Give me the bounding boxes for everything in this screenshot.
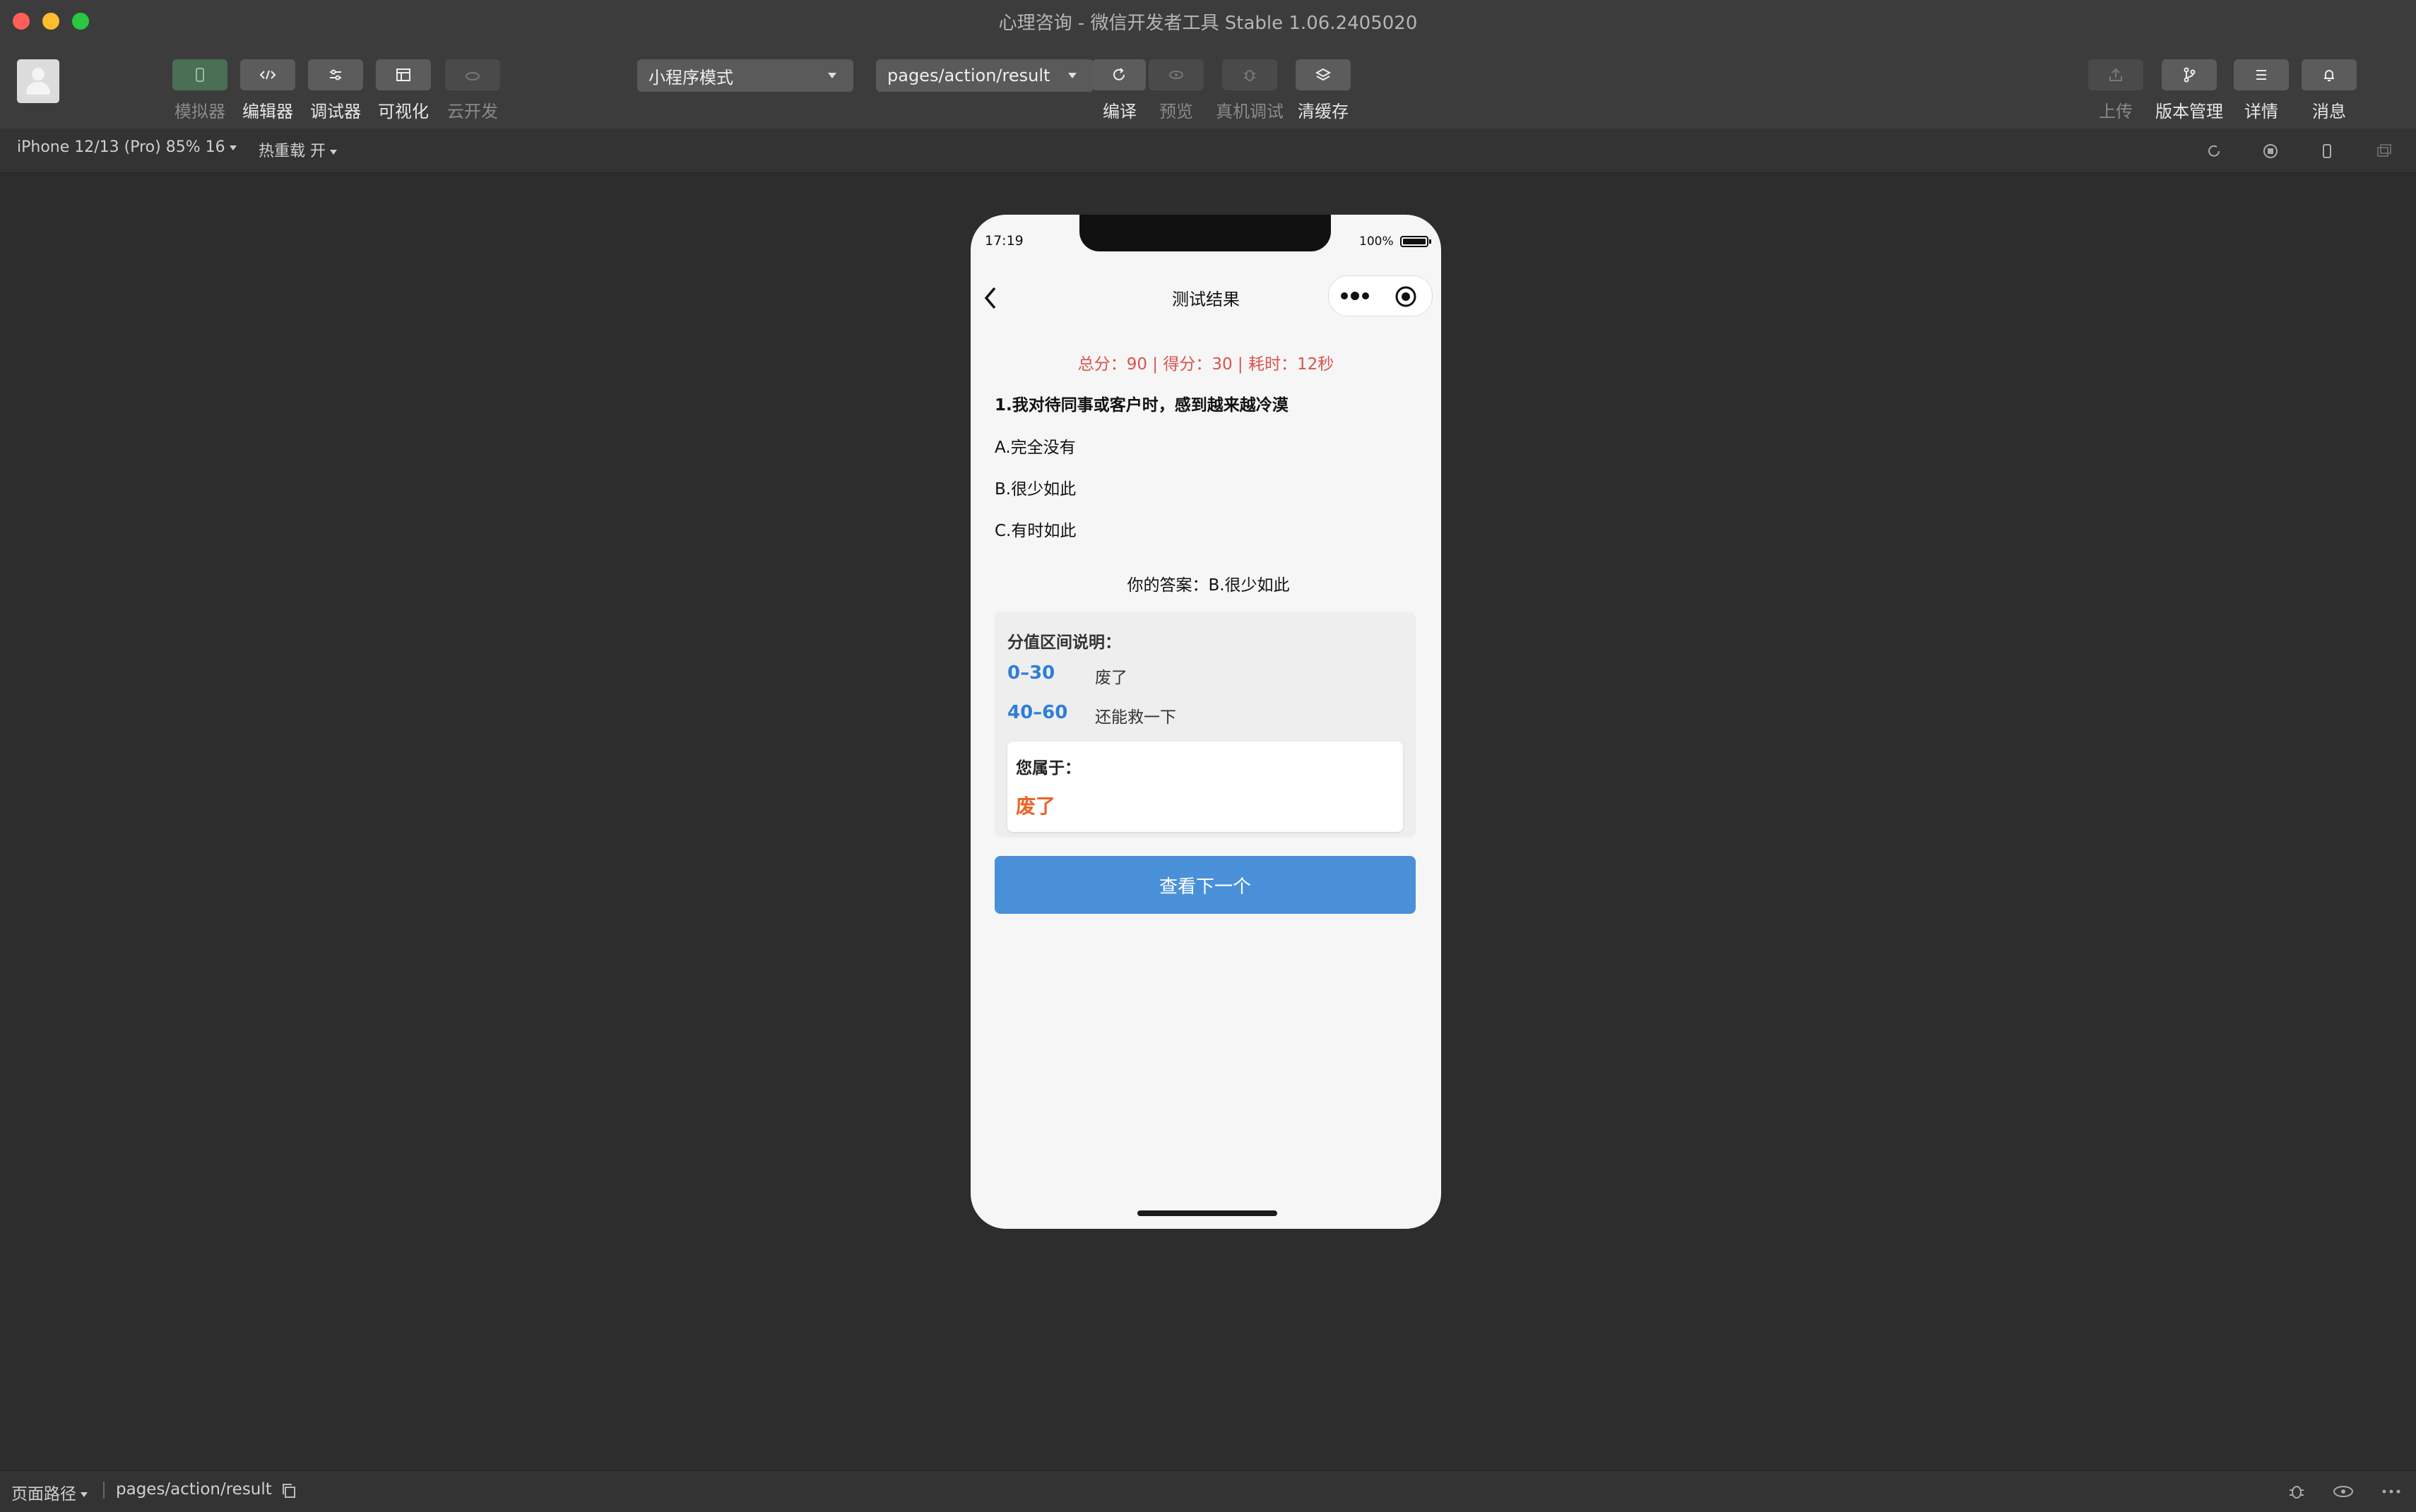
copy-icon[interactable]: [280, 1482, 298, 1500]
messages-label: 消息: [2312, 102, 2346, 121]
cloud-icon: [466, 72, 480, 81]
result-summary: 总分：90 | 得分：30 | 耗时：12秒: [1077, 355, 1334, 374]
layout-icon: [396, 69, 410, 81]
upload-icon: [2109, 68, 2122, 81]
page-select-value: pages/action/result: [887, 66, 1050, 85]
range-1-desc: 废了: [1095, 669, 1127, 687]
score-title: 分值区间说明：: [1007, 633, 1121, 652]
phone-simulator: 17:19 100% 测试结果 总分：90 | 得分：30 | 耗时：12秒 1…: [971, 215, 1441, 1229]
belong-value: 废了: [1016, 794, 1056, 818]
divider: [103, 1482, 105, 1499]
chevron-down-icon: [81, 1492, 88, 1497]
status-bar: [0, 1470, 2416, 1512]
code-icon: [259, 70, 276, 80]
debug-icon: [330, 69, 341, 81]
details-button[interactable]: [2234, 59, 2289, 90]
page-path-select[interactable]: 页面路径: [11, 1480, 88, 1504]
capsule-menu: [1328, 275, 1433, 316]
editor-button[interactable]: [240, 59, 295, 90]
user-avatar[interactable]: [17, 59, 59, 103]
upload-button[interactable]: [2088, 59, 2143, 90]
rotate-icon[interactable]: [2204, 141, 2224, 161]
bell-icon: [2324, 70, 2334, 81]
hot-reload-label: 热重载 开: [259, 143, 326, 160]
phone-notch: [1079, 215, 1331, 251]
compile-button[interactable]: [1092, 59, 1146, 90]
messages-button[interactable]: [2302, 59, 2357, 90]
mode-select-value: 小程序模式: [649, 67, 733, 88]
simulator-label: 模拟器: [174, 102, 225, 121]
editor-label: 编辑器: [242, 102, 293, 121]
debugger-button[interactable]: [308, 59, 363, 90]
status-time: 17:19: [985, 233, 1024, 249]
next-button[interactable]: 查看下一个: [995, 856, 1416, 914]
page-select[interactable]: pages/action/result: [876, 59, 1094, 92]
window-title: 心理咨询 - 微信开发者工具 Stable 1.06.2405020: [998, 13, 1418, 34]
chevron-down-icon: [229, 145, 237, 150]
device-icon[interactable]: [2317, 141, 2337, 161]
battery-percent: 100%: [1359, 234, 1394, 249]
clear-cache-label: 清缓存: [1298, 102, 1349, 121]
visual-label: 可视化: [378, 102, 429, 121]
result-box: 您属于： 废了: [1007, 742, 1403, 832]
your-answer: 你的答案：B.很少如此: [1127, 576, 1290, 595]
debugger-label: 调试器: [310, 102, 361, 121]
option-c: C.有时如此: [995, 522, 1077, 540]
close-miniprogram-icon[interactable]: [1394, 285, 1418, 309]
preview-button[interactable]: [1149, 59, 1204, 90]
details-label: 详情: [2244, 102, 2278, 121]
chevron-down-icon: [330, 149, 337, 155]
hot-reload-toggle[interactable]: 热重载 开: [259, 138, 337, 161]
remote-debug-label: 真机调试: [1216, 102, 1284, 121]
visual-button[interactable]: [376, 59, 431, 90]
version-label: 版本管理: [2155, 102, 2223, 121]
eye-icon: [1169, 71, 1183, 79]
mode-select[interactable]: 小程序模式: [637, 59, 853, 92]
stop-icon[interactable]: [2261, 141, 2280, 161]
chevron-down-icon: [828, 73, 836, 78]
range-2-value: 40–60: [1007, 702, 1068, 723]
refresh-icon: [1113, 68, 1125, 81]
cloud-button[interactable]: [445, 59, 500, 90]
bug-icon[interactable]: [2286, 1482, 2307, 1501]
range-2-desc: 还能救一下: [1095, 708, 1176, 727]
simulator-bar: [0, 129, 2416, 173]
eye-icon[interactable]: [2331, 1482, 2355, 1501]
cloud-label: 云开发: [447, 102, 498, 121]
more-dots-icon[interactable]: [1339, 287, 1371, 304]
bug-icon: [1244, 70, 1255, 81]
belong-label: 您属于：: [1016, 759, 1081, 778]
detach-icon[interactable]: [2374, 141, 2393, 161]
question-text: 1.我对待同事或客户时，感到越来越冷漠: [995, 396, 1289, 415]
option-b: B.很少如此: [995, 480, 1077, 499]
simulator-button[interactable]: [172, 59, 227, 90]
device-select-label: iPhone 12/13 (Pro) 85% 16: [17, 138, 225, 156]
option-a: A.完全没有: [995, 439, 1076, 457]
chevron-down-icon: [1068, 73, 1077, 78]
score-explanation-card: 分值区间说明： 0–30 废了 40–60 还能救一下 您属于： 废了: [995, 612, 1416, 838]
page-path-label: 页面路径: [11, 1485, 76, 1504]
upload-label: 上传: [2099, 102, 2133, 121]
range-1-value: 0–30: [1007, 662, 1055, 684]
remote-debug-button[interactable]: [1222, 59, 1277, 90]
preview-label: 预览: [1159, 102, 1193, 121]
version-button[interactable]: [2162, 59, 2217, 90]
more-icon[interactable]: [2381, 1486, 2402, 1497]
menu-icon: [2256, 70, 2266, 80]
layers-icon: [1315, 68, 1332, 81]
device-select[interactable]: iPhone 12/13 (Pro) 85% 16: [17, 138, 237, 156]
branch-icon: [2184, 67, 2196, 83]
phone-icon: [196, 68, 204, 82]
clear-cache-button[interactable]: [1296, 59, 1351, 90]
home-indicator: [1137, 1210, 1277, 1216]
battery-icon: [1400, 236, 1431, 247]
page-path-value: pages/action/result: [116, 1480, 272, 1499]
